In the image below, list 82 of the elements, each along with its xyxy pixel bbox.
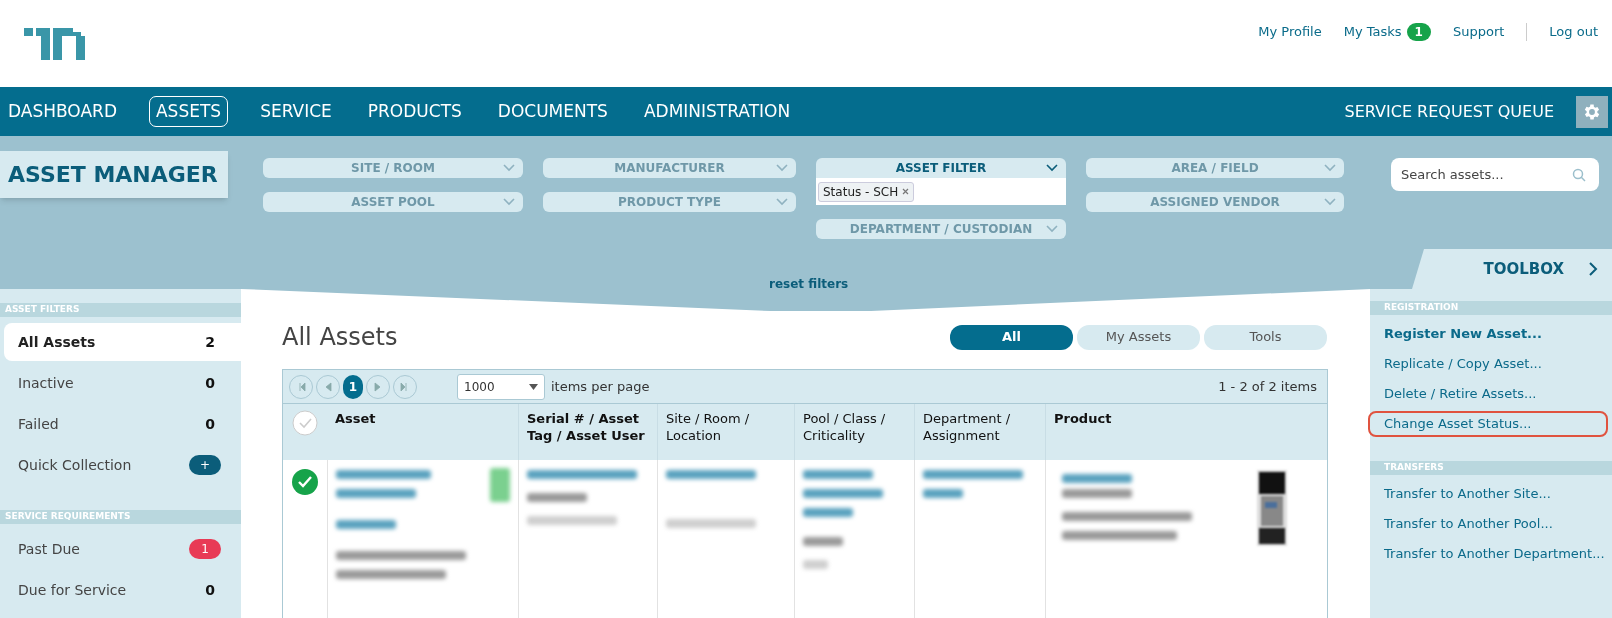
- blurred-text: [527, 493, 587, 502]
- nav-tab[interactable]: DOCUMENTS: [493, 95, 612, 128]
- nav-tab[interactable]: SERVICE: [256, 95, 336, 128]
- header-link[interactable]: My Tasks: [1343, 22, 1402, 42]
- settings-button[interactable]: [1576, 95, 1608, 128]
- section-header: SERVICE REQUIREMENTS: [0, 510, 241, 524]
- page-button[interactable]: 1: [343, 374, 363, 399]
- blurred-text: [803, 508, 853, 517]
- column-header[interactable]: Asset: [327, 404, 518, 460]
- nav-tab[interactable]: PRODUCTS: [363, 95, 466, 128]
- section-header: REGISTRATION: [1370, 301, 1612, 315]
- nav-tab[interactable]: DASHBOARD: [4, 95, 121, 128]
- item-label: Due for Service: [18, 580, 127, 600]
- dropdown-arrow-icon: [529, 383, 538, 390]
- header-link[interactable]: Support: [1452, 22, 1505, 42]
- toolbox-link[interactable]: Delete / Retire Assets...: [1370, 381, 1610, 407]
- item-count: 0: [205, 580, 216, 600]
- tag-field[interactable]: Status - SCH: [816, 178, 1066, 205]
- section-header: ASSET FILTERS: [0, 303, 241, 317]
- filter-tab[interactable]: Tools: [1204, 324, 1327, 350]
- toolbox-link[interactable]: Change Asset Status...: [1368, 411, 1608, 437]
- item-range: 1 - 2 of 2 items: [1218, 377, 1317, 396]
- header-link[interactable]: Log out: [1549, 22, 1598, 42]
- item-count: 0: [205, 414, 216, 434]
- count-badge: 1: [1406, 22, 1431, 41]
- section-title: All Assets: [282, 322, 398, 353]
- blurred-text: [803, 537, 843, 546]
- sidebar-item[interactable]: Past Due 1: [4, 530, 241, 568]
- blurred-text: [336, 520, 396, 529]
- toolbox-tab[interactable]: TOOLBOX: [1412, 249, 1612, 289]
- toolbox-link[interactable]: Transfer to Another Department...: [1370, 541, 1610, 567]
- blurred-icon: [490, 468, 510, 502]
- chevron-down-icon: [503, 198, 515, 206]
- item-label: Quick Collection: [18, 455, 132, 475]
- count-badge[interactable]: +: [189, 455, 221, 475]
- nav-tab[interactable]: ASSETS: [149, 95, 229, 128]
- items-per-page-label: items per page: [551, 377, 650, 396]
- item-count: 2: [205, 332, 216, 352]
- chevron-down-icon: [776, 198, 788, 206]
- search-icon: [1572, 168, 1586, 182]
- chevron-down-icon: [1324, 198, 1336, 206]
- filter-dropdown[interactable]: ASSET FILTER: [816, 158, 1066, 178]
- count-badge: 1: [189, 539, 221, 559]
- item-count: 0: [205, 373, 216, 393]
- chevron-down-icon: [1324, 164, 1336, 172]
- blurred-text: [923, 489, 963, 498]
- filter-tab[interactable]: All: [950, 324, 1073, 350]
- reset-filters-link[interactable]: reset filters: [769, 275, 849, 293]
- chevron-down-icon: [503, 164, 515, 172]
- row-checkbox[interactable]: [291, 468, 319, 496]
- sidebar-item[interactable]: Quick Collection +: [4, 446, 241, 484]
- blurred-text: [803, 560, 828, 569]
- chevron-down-icon: [1046, 225, 1058, 233]
- toolbox-link[interactable]: Transfer to Another Pool...: [1370, 511, 1610, 537]
- header-link[interactable]: My Profile: [1258, 22, 1322, 42]
- item-label: Failed: [18, 414, 59, 434]
- toolbox-link[interactable]: Register New Asset...: [1370, 321, 1610, 347]
- blurred-text: [803, 470, 873, 479]
- blurred-text: [1062, 474, 1132, 483]
- filter-tag[interactable]: Status - SCH: [818, 181, 915, 202]
- section-header: TRANSFERS: [1370, 461, 1612, 475]
- sidebar-item[interactable]: All Assets 2: [4, 323, 241, 361]
- sidebar-item[interactable]: Due for Service 0: [4, 571, 241, 609]
- blurred-text: [1062, 489, 1132, 498]
- item-label: All Assets: [18, 332, 96, 352]
- toolbox-link[interactable]: Replicate / Copy Asset...: [1370, 351, 1610, 377]
- select-all-checkbox[interactable]: [292, 410, 318, 436]
- page-size-dropdown[interactable]: 1000: [457, 373, 545, 400]
- close-icon[interactable]: [902, 188, 910, 195]
- chevron-down-icon: [776, 164, 788, 172]
- nav-link[interactable]: SERVICE REQUEST QUEUE: [1344, 99, 1554, 124]
- nav-tab[interactable]: ADMINISTRATION: [639, 95, 795, 128]
- page-title: ASSET MANAGER: [0, 151, 228, 198]
- chevron-down-icon: [1046, 164, 1058, 172]
- filter-tab[interactable]: My Assets: [1077, 324, 1200, 350]
- item-label: Inactive: [18, 373, 74, 393]
- item-label: Past Due: [18, 539, 80, 559]
- toolbox-link[interactable]: Transfer to Another Site...: [1370, 481, 1610, 507]
- search-field[interactable]: Search assets...: [1391, 158, 1599, 191]
- sidebar-item[interactable]: Failed 0: [4, 405, 241, 443]
- chevron-right-icon: [1588, 261, 1598, 277]
- sidebar-item[interactable]: Inactive 0: [4, 364, 241, 402]
